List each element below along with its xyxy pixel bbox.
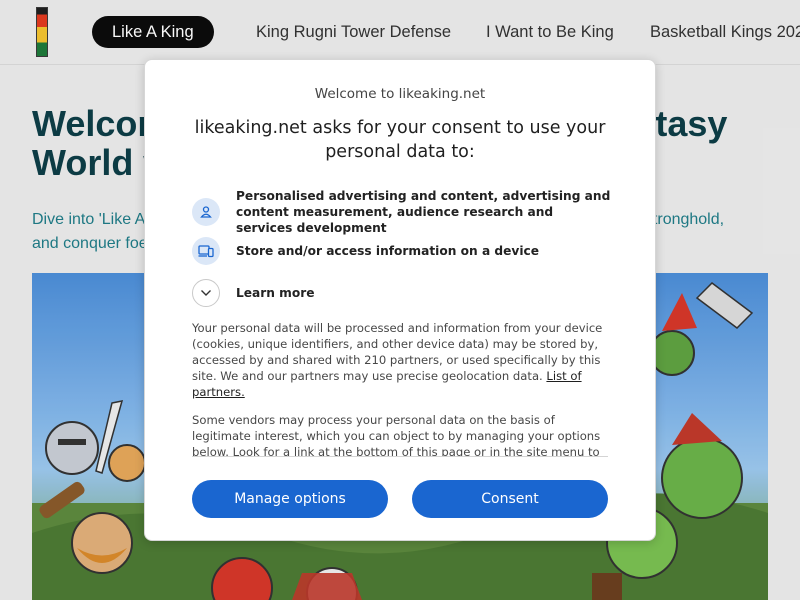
manage-options-button[interactable]: Manage options — [192, 480, 388, 518]
learn-more-toggle[interactable]: Learn more — [192, 279, 612, 307]
person-icon — [192, 198, 220, 226]
learn-more-label[interactable]: Learn more — [236, 285, 315, 301]
consent-headline: likeaking.net asks for your consent to u… — [194, 118, 606, 162]
chevron-down-icon[interactable] — [192, 279, 220, 307]
consent-paragraph-2: Some vendors may process your personal d… — [192, 413, 601, 457]
purpose-text: Personalised advertising and content, ad… — [236, 189, 611, 235]
purpose-text: Store and/or access information on a dev… — [236, 244, 540, 258]
purpose-store-access-device: Store and/or access information on a dev… — [192, 237, 612, 265]
consent-paragraph-1-text: Your personal data will be processed and… — [192, 321, 603, 383]
consent-welcome-text: Welcome to likeaking.net — [314, 86, 486, 102]
consent-details-scroll[interactable]: Your personal data will be processed and… — [192, 320, 608, 457]
purpose-personalised-advertising: Personalised advertising and content, ad… — [192, 188, 612, 236]
consent-dialog: Welcome to likeaking.net likeaking.net a… — [144, 59, 656, 541]
device-icon — [192, 237, 220, 265]
consent-button[interactable]: Consent — [412, 480, 608, 518]
consent-paragraph-1: Your personal data will be processed and… — [192, 320, 608, 400]
